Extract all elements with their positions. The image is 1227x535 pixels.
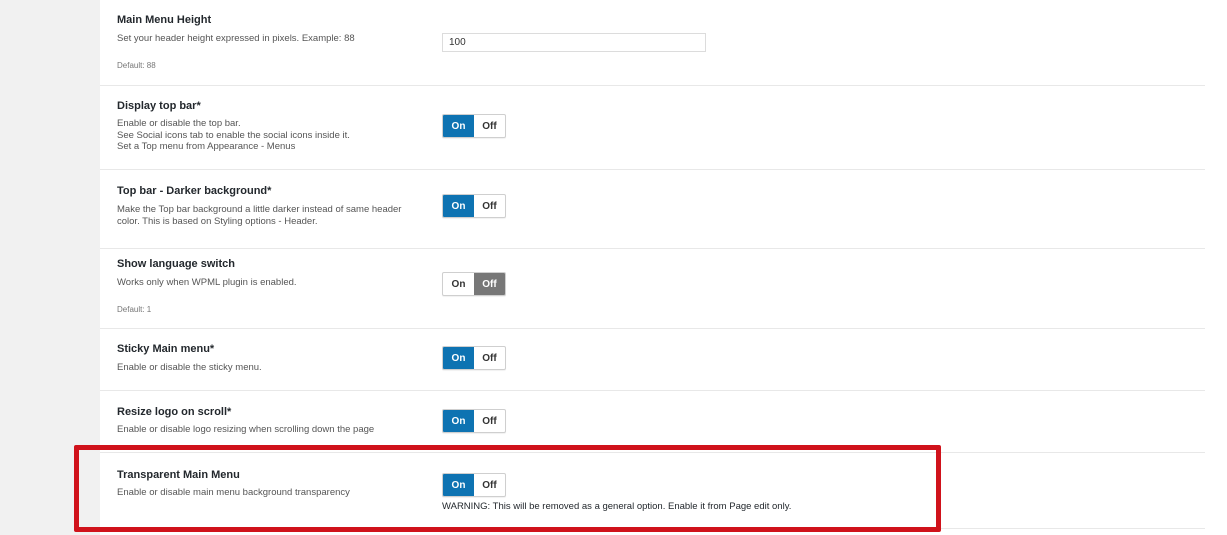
setting-description: Make the Top bar background a little dar… bbox=[117, 204, 402, 227]
toggle-off-button[interactable]: Off bbox=[474, 273, 505, 295]
toggle-on-button[interactable]: On bbox=[443, 474, 474, 496]
setting-title: Display top bar* bbox=[117, 100, 201, 112]
setting-title: Transparent Main Menu bbox=[117, 469, 240, 481]
top-bar-darker-toggle[interactable]: On Off bbox=[442, 194, 506, 218]
transparent-main-menu-toggle[interactable]: On Off bbox=[442, 473, 506, 497]
toggle-off-button[interactable]: Off bbox=[474, 115, 505, 137]
setting-title: Top bar - Darker background* bbox=[117, 185, 272, 197]
setting-language-switch: Show language switch Works only when WPM… bbox=[100, 249, 1205, 329]
setting-title: Main Menu Height bbox=[117, 14, 212, 26]
toggle-on-button[interactable]: On bbox=[443, 273, 474, 295]
setting-description: Enable or disable logo resizing when scr… bbox=[117, 424, 375, 435]
setting-main-menu-height: Main Menu Height Set your header height … bbox=[100, 0, 1205, 86]
setting-title: Resize logo on scroll* bbox=[117, 406, 232, 418]
setting-description: Enable or disable the sticky menu. bbox=[117, 362, 262, 373]
toggle-off-button[interactable]: Off bbox=[474, 410, 505, 432]
setting-transparent-main-menu: Transparent Main Menu Enable or disable … bbox=[100, 453, 1205, 529]
setting-default: Default: 88 bbox=[117, 61, 156, 70]
toggle-on-button[interactable]: On bbox=[443, 195, 474, 217]
toggle-on-button[interactable]: On bbox=[443, 410, 474, 432]
setting-title: Show language switch bbox=[117, 258, 235, 270]
setting-title: Sticky Main menu* bbox=[117, 343, 215, 355]
setting-top-bar-darker: Top bar - Darker background* Make the To… bbox=[100, 170, 1205, 249]
setting-sticky-main-menu: Sticky Main menu* Enable or disable the … bbox=[100, 329, 1205, 391]
warning-text: WARNING: This will be removed as a gener… bbox=[442, 501, 792, 512]
toggle-off-button[interactable]: Off bbox=[474, 347, 505, 369]
setting-resize-logo: Resize logo on scroll* Enable or disable… bbox=[100, 391, 1205, 453]
display-top-bar-toggle[interactable]: On Off bbox=[442, 114, 506, 138]
setting-display-top-bar: Display top bar* Enable or disable the t… bbox=[100, 86, 1205, 170]
language-switch-toggle[interactable]: On Off bbox=[442, 272, 506, 296]
resize-logo-toggle[interactable]: On Off bbox=[442, 409, 506, 433]
setting-description: Works only when WPML plugin is enabled. bbox=[117, 277, 297, 288]
toggle-on-button[interactable]: On bbox=[443, 115, 474, 137]
main-menu-height-input[interactable] bbox=[442, 33, 706, 52]
setting-description: Set your header height expressed in pixe… bbox=[117, 33, 355, 44]
toggle-off-button[interactable]: Off bbox=[474, 474, 505, 496]
setting-default: Default: 1 bbox=[117, 305, 152, 314]
toggle-off-button[interactable]: Off bbox=[474, 195, 505, 217]
toggle-on-button[interactable]: On bbox=[443, 347, 474, 369]
setting-description: Enable or disable main menu background t… bbox=[117, 487, 350, 498]
sticky-main-menu-toggle[interactable]: On Off bbox=[442, 346, 506, 370]
setting-description: Enable or disable the top bar. See Socia… bbox=[117, 118, 350, 152]
